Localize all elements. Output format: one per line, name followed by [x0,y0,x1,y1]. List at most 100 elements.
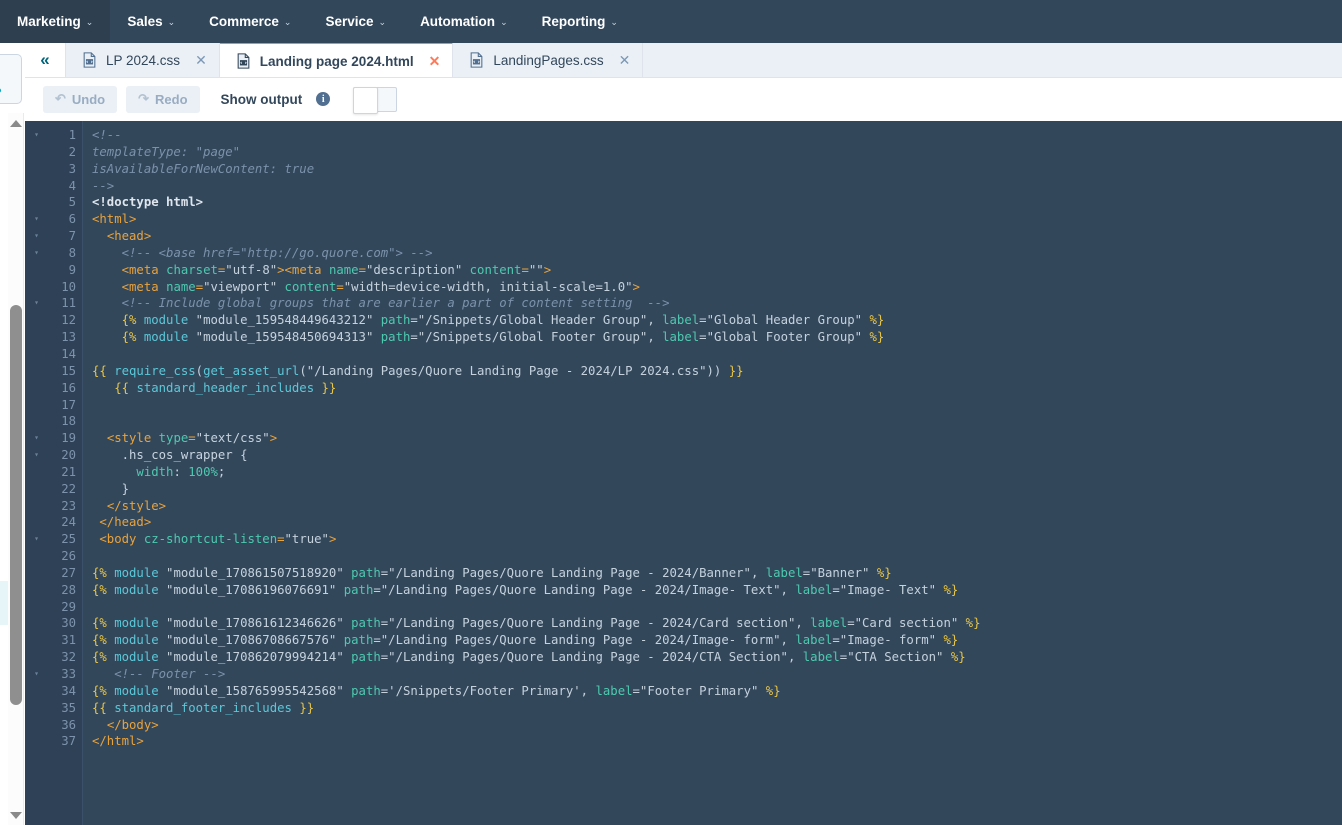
tab-lp-2024-css[interactable]: LP 2024.css ✕ [66,43,220,77]
nav-item-reporting[interactable]: Reporting ⌄ [525,0,635,43]
left-panel-selected-item-stub [0,581,8,625]
nav-item-label: Service [325,14,374,29]
code-line: <!-- <base href="http://go.quore.com"> -… [121,245,433,260]
code-line: </body> [106,717,159,732]
code-line: <!doctype html> [92,195,204,210]
scrollbar-thumb[interactable] [10,305,22,705]
code-line: width: 100%; [136,464,226,479]
info-icon[interactable]: i [316,92,331,106]
top-navigation-bar: Marketing ⌄ Sales ⌄ Commerce ⌄ Service ⌄… [0,0,1342,43]
nav-item-commerce[interactable]: Commerce ⌄ [192,0,308,43]
show-output-toggle[interactable] [353,86,398,114]
line-number: 21 [61,464,76,479]
nav-item-automation[interactable]: Automation ⌄ [403,0,525,43]
line-number: 27 [61,565,76,580]
line-number: 34 [61,683,76,698]
code-line: <meta charset="utf-8"><meta name="descri… [121,262,552,277]
chevron-down-icon: ⌄ [85,17,94,27]
code-line: <style type="text/css"> [106,431,278,446]
fold-arrow-icon[interactable]: ▾ [25,430,48,447]
close-icon[interactable]: ✕ [619,53,631,67]
code-line: {{ require_css(get_asset_url("/Landing P… [92,363,744,378]
code-line: <!-- Footer --> [114,667,226,681]
line-number: 11 [61,296,76,311]
code-line: {% module "module_17086708667576" path="… [92,633,959,648]
nav-item-label: Sales [127,14,163,29]
line-number: 6 [68,212,76,227]
tab-landing-page-2024-html[interactable]: Landing page 2024.html ✕ [219,42,454,77]
chevron-down-icon: ⌄ [378,17,387,27]
line-number: 15 [61,363,76,378]
close-icon[interactable]: ✕ [195,53,207,67]
code-line: </head> [99,515,152,530]
design-manager-workspace: « LP 2024.css ✕ Landing page 2024.html ✕… [0,42,1342,825]
code-line: {% module "module_170861612346626" path=… [92,616,981,631]
nav-item-label: Reporting [541,14,606,29]
fold-arrow-icon[interactable]: ▾ [25,228,48,245]
code-line: <head> [106,229,152,244]
tab-label: Landing page 2024.html [259,53,414,69]
fold-arrow-icon[interactable]: ▾ [25,447,48,464]
code-line: {% module "module_158765995542568" path=… [92,683,781,698]
line-number: 2 [68,144,76,159]
file-code-icon [237,53,250,69]
line-number: 28 [61,582,76,597]
redo-button[interactable]: ↷ Redo [126,85,200,113]
code-line: isAvailableForNewContent: true [92,161,315,176]
fold-arrow-icon[interactable]: ▾ [25,127,48,144]
collapse-sidebar-button[interactable]: « [25,43,66,77]
nav-item-service[interactable]: Service ⌄ [308,0,403,43]
line-number: 24 [61,515,76,530]
scroll-up-arrow-icon[interactable] [8,115,24,131]
fold-arrow-icon[interactable]: ▾ [25,245,48,262]
line-number: 16 [61,380,76,395]
line-number: 26 [61,549,76,564]
line-number: 25 [61,532,76,547]
code-line: } [121,481,130,496]
nav-item-label: Marketing [17,14,81,29]
editor-toolbar: ↶ Undo ↷ Redo Show output i [25,78,1342,121]
tab-landingpages-css[interactable]: LandingPages.css ✕ [453,43,644,77]
fold-arrow-icon[interactable]: ▾ [25,531,48,548]
line-number: 1 [68,128,76,142]
line-number: 7 [68,229,76,244]
code-line: </style> [106,498,167,513]
line-number: 19 [61,431,76,446]
line-number: 3 [68,161,76,176]
nav-item-label: Automation [420,14,496,29]
code-line: <body cz-shortcut-listen="true"> [99,532,337,547]
redo-label: Redo [155,91,188,107]
line-number: 20 [61,448,76,463]
close-icon[interactable]: ✕ [429,54,441,68]
fold-arrow-icon[interactable]: ▾ [25,211,48,228]
line-number: 5 [68,195,76,210]
fold-arrow-icon[interactable]: ▾ [25,666,48,683]
nav-item-sales[interactable]: Sales ⌄ [110,0,192,43]
code-line: </html> [92,734,144,749]
left-panel-card-stub [0,54,22,104]
code-line: --> [92,178,115,193]
code-line: <meta name="viewport" content="width=dev… [121,279,640,294]
file-tree-scrollbar[interactable] [8,113,24,825]
line-number: 18 [61,414,76,429]
code-line: <!-- [92,128,122,142]
scroll-down-arrow-icon[interactable] [8,807,24,823]
undo-button[interactable]: ↶ Undo [43,85,118,113]
nav-item-label: Commerce [209,14,279,29]
code-editor-surface[interactable]: ▾ ▾ ▾ ▾ ▾ ▾ ▾ ▾ ▾ 1 2 3 4 5 6 7 8 9 10 1… [25,121,1342,825]
code-text-area[interactable]: <!-- templateType: "page" isAvailableFor… [83,121,1342,825]
tab-label: LP 2024.css [106,52,181,68]
line-number: 12 [61,313,76,328]
line-number: 17 [61,397,76,412]
fold-arrow-icon[interactable]: ▾ [25,295,48,312]
chevron-down-icon: ⌄ [283,17,292,27]
code-line: {% module "module_170862079994214" path=… [92,650,966,665]
tab-label: LandingPages.css [493,52,604,68]
nav-item-marketing[interactable]: Marketing ⌄ [0,0,111,43]
line-number-gutter: 1 2 3 4 5 6 7 8 9 10 11 12 13 14 15 16 1… [48,121,83,825]
file-code-icon [470,52,483,68]
toggle-knob [353,86,379,114]
